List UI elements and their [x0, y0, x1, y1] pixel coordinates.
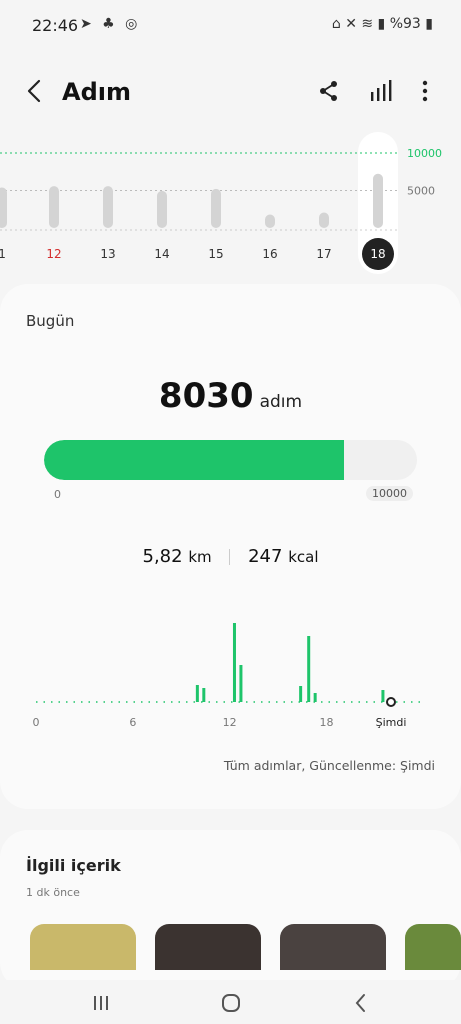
battery-icon: ▮	[420, 16, 433, 32]
weekly-steps-chart[interactable]: 10000 5000 1 12 13 14 15 16 17 18	[0, 130, 461, 280]
calories-value: 247	[248, 546, 283, 567]
recent-apps-icon[interactable]	[86, 988, 116, 1018]
hourly-bar	[381, 690, 385, 702]
week-day-label[interactable]: 12	[46, 247, 61, 261]
related-content-card: İlgili içerik 1 dk önce	[0, 830, 461, 990]
progress-min-label: 0	[54, 488, 61, 501]
yoga-thumbnail[interactable]	[30, 924, 136, 970]
week-day-label[interactable]: 13	[100, 247, 115, 261]
hourly-tick-label: 12	[223, 716, 237, 729]
fitness-thumbnail[interactable]	[280, 924, 386, 970]
goal-progress-fill	[44, 440, 344, 480]
week-bar[interactable]	[211, 188, 221, 228]
week-day-label[interactable]: 16	[262, 247, 277, 261]
hourly-bar	[232, 623, 236, 702]
goal-axis-label: 10000	[407, 147, 442, 160]
bar-chart-icon[interactable]	[366, 76, 396, 106]
week-bar[interactable]	[0, 187, 7, 229]
status-bar: 22:46 ➤ ♣ ◎ ⌂ ✕ ≋ ▮ %93 ▮	[0, 0, 461, 50]
hourly-bar	[202, 688, 206, 702]
activity-stats: 5,82 km 247 kcal	[0, 546, 461, 567]
stats-divider	[229, 549, 231, 565]
page-title: Adım	[62, 78, 131, 106]
week-bar[interactable]	[373, 173, 383, 228]
week-day-label[interactable]: 14	[154, 247, 169, 261]
week-day-label[interactable]: 15	[208, 247, 223, 261]
distance-value: 5,82	[142, 546, 183, 567]
hourly-tick-label: Şimdi	[376, 716, 407, 729]
now-marker	[386, 697, 396, 707]
calories-unit: kcal	[288, 548, 319, 566]
hourly-tick-label: 6	[129, 716, 136, 729]
back-arrow-icon[interactable]	[20, 76, 50, 106]
step-count: 8030 adım	[0, 376, 461, 416]
distance-unit: km	[188, 548, 212, 566]
goal-progress-bar	[44, 440, 417, 480]
week-bar[interactable]	[49, 186, 59, 228]
notification-icons: ➤ ♣ ◎	[80, 16, 141, 32]
more-vertical-icon[interactable]	[410, 76, 440, 106]
hourly-bar	[307, 636, 311, 702]
home-icon[interactable]	[216, 988, 246, 1018]
battery-percent: %93	[389, 16, 421, 32]
today-heading: Bugün	[26, 312, 75, 330]
step-count-value: 8030	[158, 376, 254, 416]
share-icon[interactable]	[314, 76, 344, 106]
today-card: Bugün 8030 adım 0 10000 5,82 km 247 kcal …	[0, 284, 461, 809]
week-bar[interactable]	[157, 190, 167, 228]
week-bar[interactable]	[103, 186, 113, 228]
update-note: Tüm adımlar, Güncellenme: Şimdi	[223, 758, 435, 773]
hourly-bar	[239, 665, 243, 702]
system-icons: ⌂ ✕ ≋ ▮ %93 ▮	[332, 16, 433, 32]
week-bar[interactable]	[265, 214, 275, 229]
runner-thumbnail[interactable]	[155, 924, 261, 970]
hourly-steps-chart[interactable]: 0 6 12 18 Şimdi	[26, 614, 436, 734]
related-thumbnails	[30, 924, 461, 970]
status-time: 22:46	[32, 16, 79, 35]
track-thumbnail[interactable]	[405, 924, 461, 970]
signal-icons: ⌂ ✕ ≋ ▮	[331, 16, 390, 32]
back-icon[interactable]	[346, 988, 376, 1018]
hourly-bar	[195, 685, 199, 702]
mid-axis-label: 5000	[407, 185, 435, 198]
hourly-tick-label: 0	[33, 716, 40, 729]
app-bar: Adım	[0, 68, 461, 114]
week-bar[interactable]	[319, 212, 329, 228]
hourly-bar	[299, 686, 303, 702]
week-day-label[interactable]: 1	[0, 247, 6, 261]
related-title: İlgili içerik	[26, 856, 121, 875]
week-day-label[interactable]: 17	[316, 247, 331, 261]
hourly-bar	[313, 693, 317, 702]
step-count-unit: adım	[259, 392, 303, 412]
navigation-bar	[0, 980, 461, 1024]
week-day-label[interactable]: 18	[370, 247, 385, 261]
related-time: 1 dk önce	[26, 886, 80, 899]
progress-goal-label[interactable]: 10000	[366, 486, 413, 501]
hourly-tick-label: 18	[319, 716, 333, 729]
